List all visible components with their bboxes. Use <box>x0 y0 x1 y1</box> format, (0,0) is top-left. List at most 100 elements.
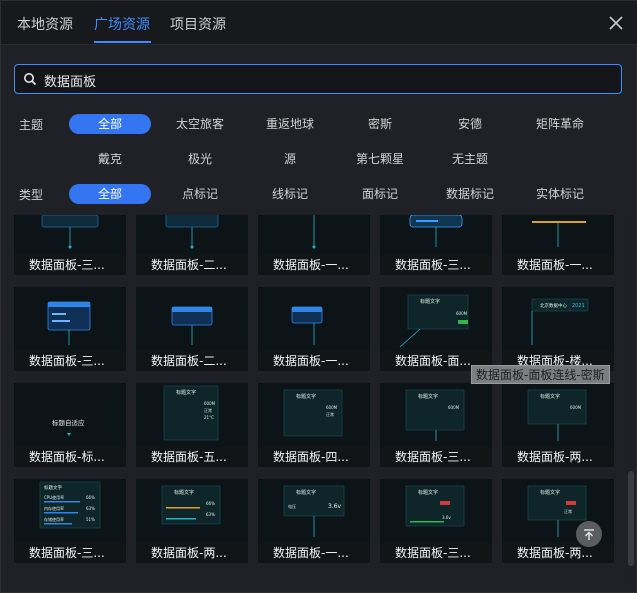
resource-card[interactable]: 标题文字 600M 数据面板-面... <box>380 287 492 371</box>
resource-card[interactable]: 数据面板-三... <box>14 215 126 275</box>
card-caption: 数据面板-三... <box>14 543 126 563</box>
resource-card[interactable]: 数据面板-二... <box>136 287 248 371</box>
thumb-title: 标题文字 <box>296 393 316 400</box>
theme-chip[interactable]: 重返地球 <box>249 114 331 134</box>
resource-card[interactable]: 标题文字 3.6v 数据面板-三... <box>380 479 492 563</box>
thumb-title: 标题文字 <box>174 489 194 496</box>
search-icon <box>24 73 37 86</box>
tab-local-resources[interactable]: 本地资源 <box>17 14 73 34</box>
thumb-value: 3.6v <box>442 515 451 520</box>
theme-label: 主题 <box>19 118 44 132</box>
thumb-value: 63% <box>206 512 215 517</box>
tab-bar: 本地资源 广场资源 项目资源 <box>1 1 637 45</box>
card-caption: 数据面板-两... <box>136 543 248 563</box>
type-label: 类型 <box>19 188 44 202</box>
type-chip[interactable]: 线标记 <box>249 184 331 204</box>
resource-card[interactable]: 标题文字 600M 数据面板-两... <box>502 383 614 467</box>
search-input[interactable]: 数据面板 <box>14 64 622 94</box>
thumb-value: 600M <box>570 405 582 410</box>
card-thumbnail: 标题文字 600M <box>527 389 587 441</box>
card-caption: 数据面板-二... <box>136 351 248 371</box>
theme-chip[interactable]: 密斯 <box>339 114 421 134</box>
resource-card[interactable]: 标题自适应 数据面板-标... <box>14 383 126 467</box>
thumb-title: 标题文字 <box>418 393 438 400</box>
close-icon[interactable] <box>608 15 624 31</box>
thumb-title: 标题文字 <box>44 484 62 491</box>
theme-chip[interactable]: 源 <box>249 149 331 169</box>
card-caption: 数据面板-一... <box>258 351 370 371</box>
thumb-value: 21°C <box>204 415 214 420</box>
thumb-title: 标题文字 <box>420 298 440 305</box>
resource-card[interactable]: 标题文字 电压 3.6v 数据面板-一... <box>258 479 370 563</box>
resource-card[interactable]: 北京数据中心 2021 数据面板-楼... <box>502 287 614 371</box>
resource-card[interactable]: 数据面板-三... <box>14 287 126 371</box>
card-tooltip: 数据面板-面板连线-密斯 <box>471 365 610 384</box>
card-caption: 数据面板-三... <box>14 255 126 275</box>
card-thumbnail <box>532 221 586 247</box>
card-thumbnail: 标题文字 3.6v <box>405 485 465 527</box>
thumb-value: 正常 <box>326 411 334 417</box>
theme-chip[interactable]: 戴克 <box>69 149 151 169</box>
resource-card[interactable]: 标题文字 66% 63% 数据面板-两... <box>136 479 248 563</box>
scrollbar-thumb[interactable] <box>628 471 634 566</box>
resource-card[interactable]: 标题文字 600M 数据面板-三... <box>380 383 492 467</box>
back-to-top-button[interactable] <box>576 521 602 547</box>
resource-panel: 本地资源 广场资源 项目资源 数据面板 主题 类型 全部 太空旅客 重返地球 密… <box>0 0 637 593</box>
type-chip[interactable]: 面标记 <box>339 184 421 204</box>
theme-chip[interactable]: 无主题 <box>429 149 511 169</box>
type-chip[interactable]: 数据标记 <box>429 184 511 204</box>
theme-chip[interactable]: 极光 <box>159 149 241 169</box>
card-caption: 数据面板-一... <box>258 543 370 563</box>
theme-chip[interactable]: 太空旅客 <box>159 114 241 134</box>
active-tab-indicator <box>94 41 151 43</box>
card-caption: 数据面板-两... <box>502 447 614 467</box>
card-thumbnail <box>409 215 463 247</box>
thumb-value: 3.6v <box>328 503 342 510</box>
card-caption: 数据面板-二... <box>136 255 248 275</box>
card-caption: 数据面板-标... <box>14 447 126 467</box>
resource-card[interactable]: 数据面板-一... <box>258 287 370 371</box>
type-chip[interactable]: 实体标记 <box>519 184 601 204</box>
theme-chip-all[interactable]: 全部 <box>69 114 151 134</box>
card-caption: 数据面板-三... <box>380 447 492 467</box>
thumb-value: 正常 <box>564 508 572 514</box>
thumb-title: 标题文字 <box>176 389 196 396</box>
card-caption: 数据面板-一... <box>502 255 614 275</box>
theme-chip[interactable]: 矩阵革命 <box>519 114 601 134</box>
thumb-value: 51% <box>86 517 95 522</box>
thumb-value: 600M <box>448 405 460 410</box>
card-thumbnail: 标题自适应 <box>52 418 85 436</box>
type-chip[interactable]: 点标记 <box>159 184 241 204</box>
resource-card[interactable]: 数据面板-一... <box>502 215 614 275</box>
resource-card[interactable]: 数据面板-三... <box>380 215 492 275</box>
tab-project-resources[interactable]: 项目资源 <box>170 14 226 34</box>
resource-card[interactable]: 数据面板-一... <box>258 215 370 275</box>
thumb-title: 标题文字 <box>540 489 560 496</box>
card-thumbnail <box>41 215 99 249</box>
theme-chip[interactable]: 安德 <box>429 114 511 134</box>
resource-card[interactable]: 标题文字 600M 正常 21°C 数据面板-五... <box>136 383 248 467</box>
resource-card[interactable]: 标题文字 600M 正常 数据面板-四... <box>258 383 370 467</box>
thumb-label: CPU使用率 <box>44 494 64 500</box>
tab-square-resources[interactable]: 广场资源 <box>94 14 150 34</box>
thumb-value: 600M <box>326 405 338 410</box>
card-caption: 数据面板-三... <box>14 351 126 371</box>
thumb-value: 66% <box>86 495 95 500</box>
card-thumbnail <box>291 306 323 345</box>
theme-chip[interactable]: 第七颗星 <box>339 149 421 169</box>
card-thumbnail <box>312 215 316 249</box>
thumb-value: 正常 <box>204 407 212 413</box>
resource-card[interactable]: 标题文字 CPU使用率 66% 内存使用率 63% 存储使用率 51% 数据面板… <box>14 479 126 563</box>
card-thumbnail: 标题文字 66% 63% <box>161 485 221 525</box>
thumb-title: 标题文字 <box>540 393 560 400</box>
thumb-label: 存储使用率 <box>44 516 64 522</box>
thumb-value: 66% <box>206 501 215 506</box>
search-value: 数据面板 <box>44 75 97 90</box>
type-chip-all[interactable]: 全部 <box>69 184 151 204</box>
card-caption: 数据面板-四... <box>258 447 370 467</box>
thumb-label: 电压 <box>288 503 296 509</box>
resource-card[interactable]: 数据面板-二... <box>136 215 248 275</box>
card-caption: 数据面板-一... <box>258 255 370 275</box>
card-thumbnail: 北京数据中心 2021 <box>531 298 589 345</box>
thumb-label: 内存使用率 <box>44 505 64 511</box>
